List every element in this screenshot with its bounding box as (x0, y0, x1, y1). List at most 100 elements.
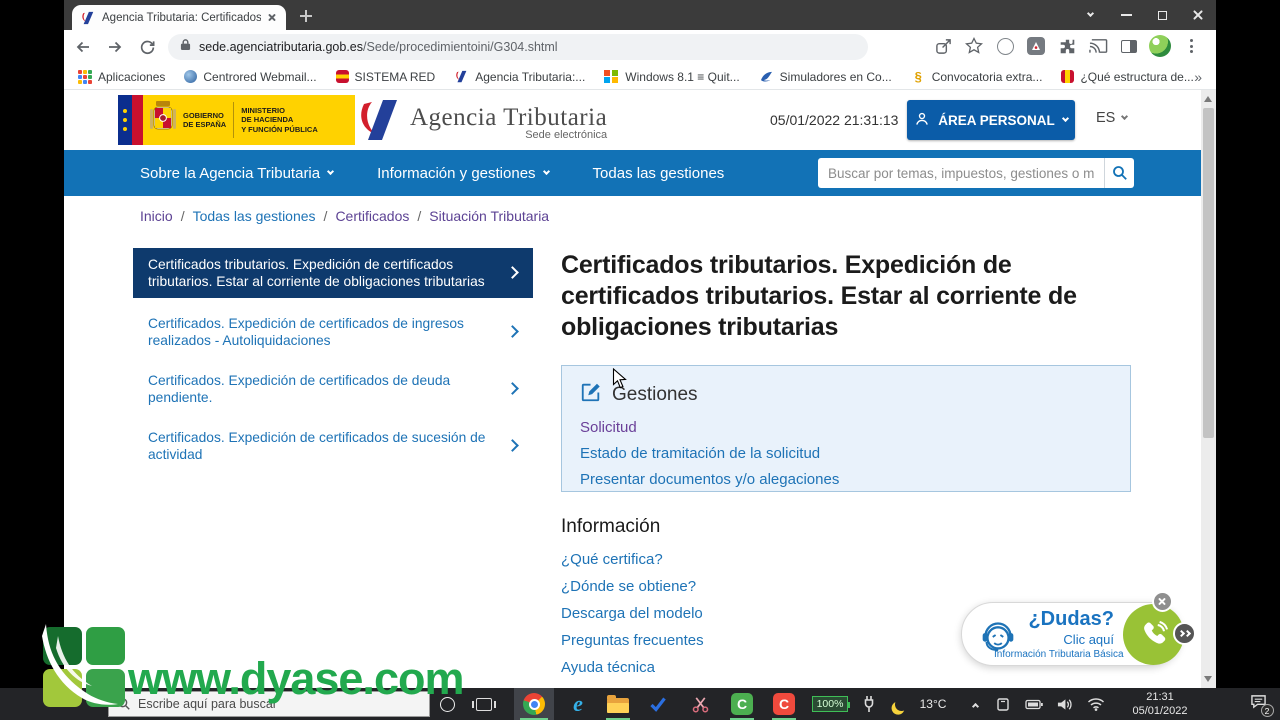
minimize-button[interactable] (1108, 0, 1144, 30)
bookmark-simuladores[interactable]: Simuladores en Co... (759, 69, 892, 84)
link-donde-se-obtiene[interactable]: ¿Dónde se obtiene? (561, 578, 1141, 595)
taskbar-clock[interactable]: 21:31 05/01/2022 (1116, 688, 1204, 720)
scroll-down-icon[interactable] (1204, 676, 1212, 682)
snipping-tool-icon[interactable] (682, 688, 718, 720)
chat-subtitle: Información Tributaria Básica (994, 649, 1114, 660)
escudo-espana-icon (150, 99, 176, 142)
bookmark-star-icon[interactable] (963, 35, 985, 57)
profile-avatar[interactable] (1149, 35, 1171, 57)
red-flag-strip (132, 95, 143, 145)
extensions-puzzle-icon[interactable] (1056, 35, 1078, 57)
chrome-taskbar-icon[interactable] (514, 688, 554, 720)
bookmark-que-estructura[interactable]: ¿Qué estructura de... (1061, 70, 1193, 84)
battery-tray-icon[interactable] (1020, 688, 1048, 720)
volume-icon[interactable] (1050, 688, 1078, 720)
cortana-button[interactable] (432, 688, 462, 720)
chevron-right-icon (506, 266, 519, 279)
cast-icon[interactable] (1087, 35, 1109, 57)
browser-titlebar: Agencia Tributaria: Certificados t (64, 0, 1216, 30)
area-personal-button[interactable]: ÁREA PERSONAL (907, 100, 1075, 140)
mouse-cursor (612, 368, 628, 390)
file-explorer-icon[interactable] (600, 688, 636, 720)
webmail-favicon (184, 70, 197, 83)
new-tab-button[interactable] (298, 8, 314, 24)
breadcrumb-inicio[interactable]: Inicio (140, 208, 173, 224)
bookmark-agencia-tributaria[interactable]: Agencia Tributaria:... (454, 69, 585, 84)
checkmark-app-icon[interactable] (640, 688, 676, 720)
temperature-indicator[interactable]: 13°C (914, 688, 952, 720)
camtasia-recorder-icon[interactable]: C (766, 688, 802, 720)
sidebar-item-ingresos-realizados[interactable]: Certificados. Expedición de certificados… (133, 309, 533, 355)
sidebar-item-deuda-pendiente[interactable]: Certificados. Expedición de certificados… (133, 366, 533, 412)
link-estado-tramitacion[interactable]: Estado de tramitación de la solicitud (580, 445, 1112, 462)
device-sync-icon[interactable] (990, 688, 1016, 720)
ministerio-text: MINISTERIO DE HACIENDA Y FUNCIÓN PÚBLICA (241, 106, 318, 134)
bookmark-windows81[interactable]: Windows 8.1 ≡ Quit... (604, 70, 739, 84)
usb-plug-icon[interactable] (856, 688, 882, 720)
person-icon (914, 111, 930, 130)
breadcrumb-situacion-tributaria[interactable]: Situación Tributaria (429, 208, 549, 224)
language-selector[interactable]: ES (1096, 110, 1127, 126)
bookmark-sistema-red[interactable]: SISTEMA RED (336, 70, 436, 84)
area-personal-label: ÁREA PERSONAL (938, 113, 1055, 128)
sidebar-item-sucesion-actividad[interactable]: Certificados. Expedición de certificados… (133, 423, 533, 469)
link-que-certifica[interactable]: ¿Qué certifica? (561, 551, 1141, 568)
page-title: Certificados tributarios. Expedición de … (561, 250, 1141, 343)
bookmark-convocatoria[interactable]: § Convocatoria extra... (911, 69, 1043, 84)
page-scrollbar[interactable] (1201, 90, 1216, 688)
task-view-button[interactable] (468, 688, 500, 720)
escudo-favicon (1061, 70, 1074, 83)
tray-overflow-chevron[interactable] (962, 688, 988, 720)
tab-close-icon[interactable] (268, 13, 278, 23)
restore-button[interactable] (1144, 0, 1180, 30)
screen: Agencia Tributaria: Certificados t (0, 0, 1280, 720)
bookmark-label: Windows 8.1 ≡ Quit... (625, 70, 739, 84)
nav-informacion-gestiones[interactable]: Información y gestiones (377, 165, 548, 182)
chat-close-icon[interactable] (1152, 591, 1173, 612)
back-button[interactable] (70, 34, 96, 60)
chat-title: ¿Dudas? (994, 608, 1114, 631)
battery-percent-indicator[interactable]: 100% (806, 688, 854, 720)
pdf-extension-icon[interactable] (1025, 35, 1047, 57)
taskbar-search[interactable]: Escribe aquí para buscar (108, 691, 430, 717)
internet-explorer-icon[interactable]: e (560, 688, 596, 720)
scrollbar-thumb[interactable] (1203, 108, 1214, 438)
link-presentar-documentos[interactable]: Presentar documentos y/o alegaciones (580, 471, 1112, 488)
link-solicitud[interactable]: Solicitud (580, 419, 1112, 436)
aeat-logo[interactable]: Agencia Tributaria Sede electrónica (356, 98, 607, 147)
chat-cta[interactable]: Clic aquí (994, 632, 1114, 647)
chat-widget[interactable]: ¿Dudas? Clic aquí Información Tributaria… (961, 602, 1181, 666)
share-icon[interactable] (932, 35, 954, 57)
bookmarks-overflow-icon[interactable]: » (1194, 69, 1202, 85)
chat-expand-icon[interactable] (1173, 622, 1196, 645)
browser-menu-icon[interactable] (1180, 35, 1202, 57)
camtasia-icon[interactable]: C (724, 688, 760, 720)
site-search-input[interactable] (818, 158, 1104, 188)
browser-tab[interactable]: Agencia Tributaria: Certificados t (72, 5, 286, 30)
site-nav: Sobre la Agencia Tributaria Información … (64, 150, 1201, 196)
site-header: GOBIERNO DE ESPAÑA MINISTERIO DE HACIEND… (64, 90, 1201, 150)
notification-center-icon[interactable]: 2 (1240, 688, 1276, 720)
url-bar[interactable]: sede.agenciatributaria.gob.es/Sede/proce… (168, 34, 868, 60)
site-search-button[interactable] (1104, 158, 1134, 188)
side-panel-icon[interactable] (1118, 35, 1140, 57)
close-button[interactable] (1180, 0, 1216, 30)
window-chevron-icon[interactable] (1072, 0, 1108, 30)
bookmark-label: ¿Qué estructura de... (1080, 70, 1193, 84)
bookmark-centrored[interactable]: Centrored Webmail... (184, 70, 316, 84)
breadcrumb-certificados[interactable]: Certificados (335, 208, 409, 224)
wifi-icon[interactable] (1082, 688, 1110, 720)
profile-circle-icon[interactable] (994, 35, 1016, 57)
nav-sobre-agencia[interactable]: Sobre la Agencia Tributaria (140, 165, 333, 182)
forward-button[interactable] (102, 34, 128, 60)
eu-flag-strip (118, 95, 132, 145)
nav-todas-gestiones[interactable]: Todas las gestiones (593, 165, 725, 182)
bookmark-apps[interactable]: Aplicaciones (78, 70, 165, 84)
scroll-up-icon[interactable] (1204, 96, 1212, 102)
reload-button[interactable] (134, 34, 160, 60)
sidebar-menu: Certificados tributarios. Expedición de … (133, 248, 533, 469)
weather-moon-icon[interactable] (888, 688, 914, 720)
sidebar-item-certificados-tributarios[interactable]: Certificados tributarios. Expedición de … (133, 248, 533, 298)
breadcrumb-todas-gestiones[interactable]: Todas las gestiones (193, 208, 316, 224)
bookmark-label: Aplicaciones (98, 70, 165, 84)
